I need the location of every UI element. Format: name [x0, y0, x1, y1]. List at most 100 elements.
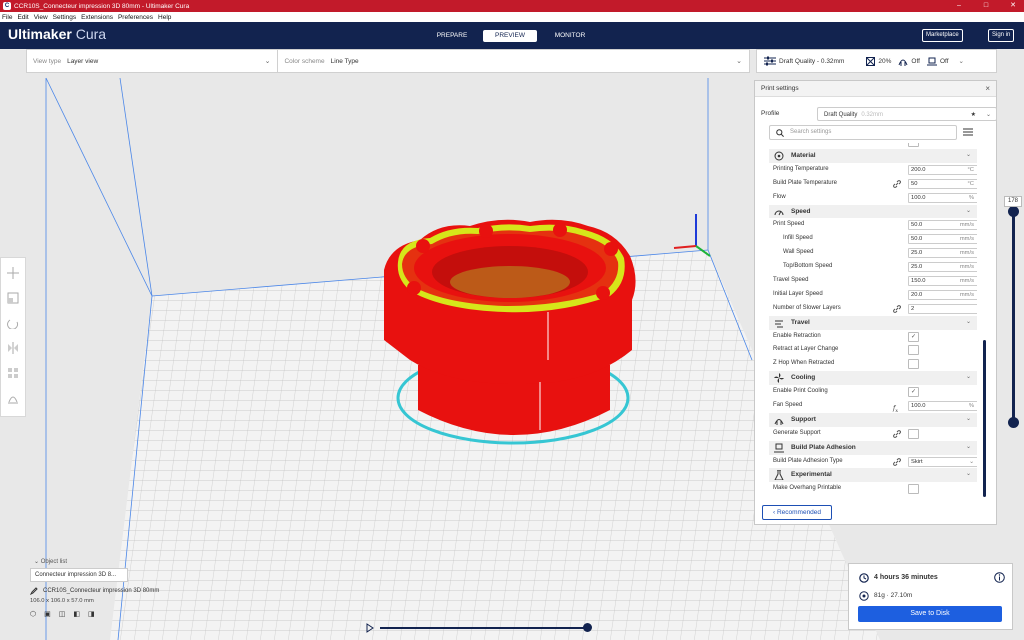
setting-label: Printing Temperature — [773, 165, 829, 172]
scale-tool[interactable] — [6, 291, 20, 305]
tab-preview[interactable]: PREVIEW — [483, 30, 537, 42]
chevron-down-icon: ⌄ — [965, 374, 971, 381]
view-top-icon[interactable]: ◫ — [59, 610, 66, 618]
menu-help[interactable]: Help — [158, 14, 171, 21]
settings-scrollbar[interactable] — [983, 340, 986, 497]
move-tool[interactable] — [6, 266, 20, 280]
layer-slider-bottom-handle[interactable] — [1008, 417, 1019, 428]
setting-input[interactable]: 25.0 mm/s — [908, 262, 977, 273]
recommended-button[interactable]: ‹ Recommended — [762, 505, 832, 520]
menu-file[interactable]: File — [2, 14, 12, 21]
setting-top-bottom-speed: Top/Bottom Speed 25.0 mm/s — [769, 260, 977, 274]
recommended-label: Recommended — [776, 509, 822, 516]
print-setup-selector[interactable]: Draft Quality - 0.32mm 20% Off Off ⌄ — [756, 49, 997, 73]
menu-icon[interactable] — [963, 128, 973, 136]
pencil-icon[interactable] — [30, 587, 38, 595]
layer-slider[interactable] — [1008, 196, 1019, 428]
path-slider-track[interactable] — [380, 627, 588, 629]
setting-input[interactable]: 25.0 mm/s — [908, 248, 977, 259]
view-front-icon[interactable]: ▣ — [44, 610, 51, 618]
profile-dropdown[interactable]: Draft Quality 0.32mm ★ ⌄ — [817, 107, 997, 121]
menu-preferences[interactable]: Preferences — [118, 14, 153, 21]
view-3d-icon[interactable]: ⬡ — [30, 610, 36, 618]
setting-input[interactable]: 20.0 mm/s — [908, 289, 977, 300]
setting-checkbox[interactable]: ✓ — [908, 331, 919, 342]
menu-settings[interactable]: Settings — [53, 14, 77, 21]
per-model-settings-tool[interactable] — [6, 366, 20, 380]
cooling-icon — [774, 373, 784, 384]
support-icon — [774, 418, 784, 425]
object-list-header[interactable]: ⌄ Object list — [34, 558, 190, 565]
setting-checkbox[interactable] — [908, 359, 919, 370]
view-right-icon[interactable]: ◨ — [88, 610, 95, 618]
mirror-tool[interactable] — [6, 341, 20, 355]
path-slider-handle[interactable] — [583, 623, 592, 632]
setting-enable-print-cooling: Enable Print Cooling ✓ — [769, 385, 977, 399]
save-to-disk-button[interactable]: Save to Disk — [858, 606, 1002, 622]
setting-checkbox[interactable] — [908, 345, 919, 356]
print-settings-header: Print settings × — [755, 81, 996, 97]
setting-checkbox[interactable] — [908, 143, 919, 147]
category-experimental[interactable]: Experimental ⌄ — [769, 468, 977, 483]
sign-in-button[interactable]: Sign in — [988, 29, 1015, 42]
infill-icon — [866, 56, 876, 66]
menu-extensions[interactable]: Extensions — [81, 14, 113, 21]
material-usage: 81g · 27.10m — [874, 592, 913, 599]
view-left-icon[interactable]: ◧ — [73, 610, 80, 618]
setting-dropdown[interactable]: Skirt ⌄ — [908, 456, 977, 467]
setting-label: Infill Speed — [783, 235, 813, 242]
star-icon[interactable]: ★ — [971, 108, 976, 122]
setting-input[interactable]: 50 °C — [908, 178, 977, 189]
setting-label: Travel Speed — [773, 277, 809, 284]
setting-input[interactable]: 200.0 °C — [908, 164, 977, 175]
search-placeholder: Search settings — [790, 129, 832, 135]
category-material[interactable]: Material ⌄ — [769, 149, 977, 163]
menu-view[interactable]: View — [34, 14, 48, 21]
setting-checkbox[interactable]: ✓ — [908, 387, 919, 398]
tab-monitor[interactable]: MONITOR — [543, 30, 597, 42]
setting-input[interactable]: 100.0% — [908, 192, 977, 203]
setting-label: Top/Bottom Speed — [783, 263, 833, 270]
category-build-plate-adhesion[interactable]: Build Plate Adhesion ⌄ — [769, 440, 977, 455]
setting-infill-speed: Infill Speed 50.0 mm/s — [769, 232, 977, 246]
scale-icon — [7, 292, 19, 304]
material-icon — [774, 151, 784, 161]
chevron-down-icon: ⌄ — [736, 58, 742, 65]
layer-number[interactable]: 178 — [1004, 196, 1022, 207]
setting-label: Enable Print Cooling — [773, 388, 828, 395]
setting-flow: Flow 100.0% — [769, 191, 977, 205]
setting-input[interactable]: 100.0% — [908, 401, 977, 412]
tab-prepare[interactable]: PREPARE — [425, 30, 479, 42]
marketplace-button[interactable]: Marketplace — [922, 29, 963, 42]
profile-label: Profile — [761, 110, 780, 117]
object-list-item[interactable]: Connecteur impression 3D 8... — [30, 568, 128, 582]
close-icon[interactable]: × — [985, 81, 990, 97]
setting-input[interactable]: 50.0 mm/s — [908, 234, 977, 245]
category-speed[interactable]: Speed ⌄ — [769, 204, 977, 219]
search-settings-input[interactable]: Search settings — [769, 125, 957, 140]
layer-slider-top-handle[interactable] — [1008, 206, 1019, 217]
info-icon[interactable] — [994, 572, 1005, 583]
setting-input[interactable]: 150.0 mm/s — [908, 276, 977, 287]
category-travel[interactable]: Travel ⌄ — [769, 315, 977, 330]
setting-checkbox[interactable] — [908, 484, 919, 495]
view-type-dropdown[interactable]: View type Layer view ⌄ — [27, 50, 279, 72]
close-window-button[interactable]: ✕ — [1004, 0, 1022, 12]
category-support[interactable]: Support ⌄ — [769, 412, 977, 427]
setting-label: Z Hop When Retracted — [773, 360, 835, 367]
minimize-button[interactable]: – — [950, 0, 968, 12]
play-icon[interactable] — [366, 623, 374, 633]
rotate-tool[interactable] — [6, 316, 20, 330]
simulation-bar — [366, 622, 592, 634]
tool-toolbar — [0, 257, 26, 417]
menu-edit[interactable]: Edit — [17, 14, 28, 21]
setting-label: Initial Layer Speed — [773, 290, 823, 297]
category-label: Support — [791, 415, 816, 423]
setting-input[interactable]: 2 — [908, 303, 977, 314]
setting-input[interactable]: 50.0 mm/s — [908, 220, 977, 231]
category-cooling[interactable]: Cooling ⌄ — [769, 371, 977, 386]
setting-checkbox[interactable] — [908, 428, 919, 439]
maximize-button[interactable]: □ — [977, 0, 995, 12]
color-scheme-dropdown[interactable]: Color scheme Line Type ⌄ — [278, 50, 749, 72]
support-blocker-tool[interactable] — [6, 391, 20, 405]
